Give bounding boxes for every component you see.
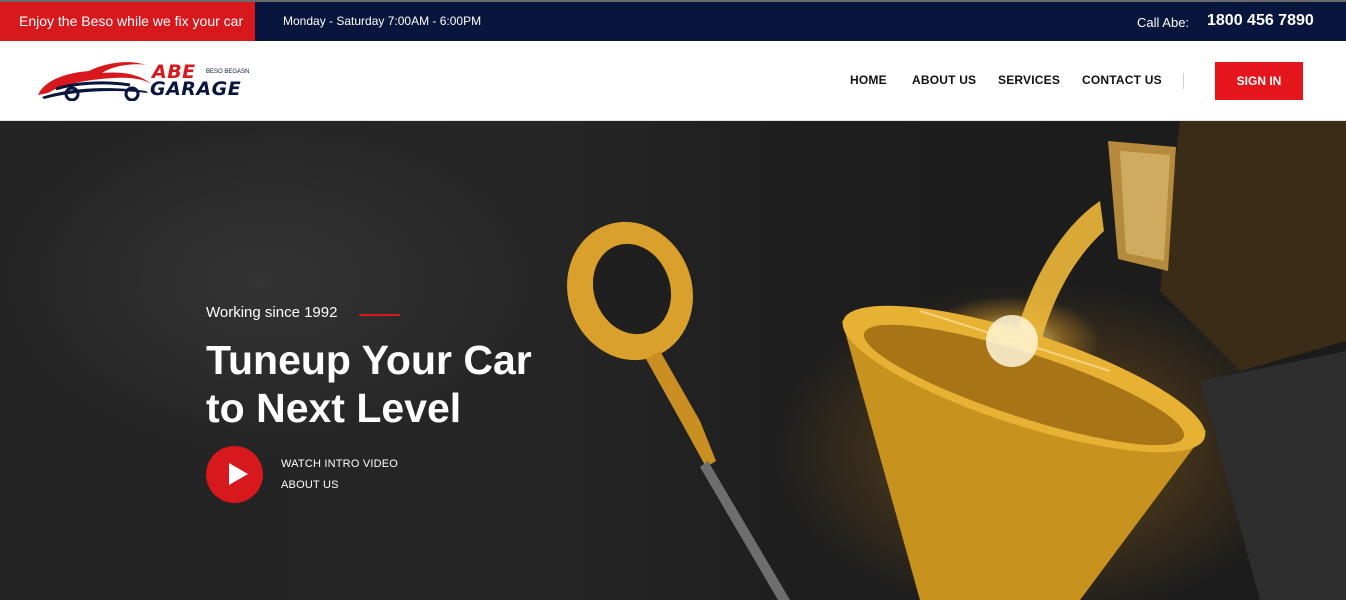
- promo-banner: Enjoy the Beso while we fix your car: [0, 2, 255, 41]
- hero-oil-change-image: [567, 121, 1346, 600]
- accent-line: [359, 314, 400, 316]
- sign-in-button[interactable]: SIGN IN: [1215, 62, 1303, 100]
- main-nav: HOME ABOUT US SERVICES CONTACT US SIGN I…: [0, 41, 1346, 121]
- call-label: Call Abe:: [1137, 15, 1190, 30]
- opening-hours: Monday - Saturday 7:00AM - 6:00PM: [283, 14, 482, 28]
- play-video-button[interactable]: [206, 446, 263, 503]
- nav-services[interactable]: SERVICES: [998, 41, 1060, 120]
- about-us-link[interactable]: ABOUT US: [281, 479, 339, 491]
- headline-line-1: Tuneup Your Car: [206, 337, 532, 383]
- nav-about-us[interactable]: ABOUT US: [912, 41, 976, 120]
- top-bar: Enjoy the Beso while we fix your car Mon…: [0, 0, 1346, 41]
- oil-bottle-illustration: [1108, 121, 1346, 371]
- nav-contact-us[interactable]: CONTACT US: [1082, 41, 1162, 120]
- hero-section: Working since 1992 Tuneup Your Car to Ne…: [0, 121, 1346, 600]
- hero-headline: Tuneup Your Car to Next Level: [206, 336, 586, 432]
- nav-home[interactable]: HOME: [850, 41, 887, 120]
- site-header: ABE BESO BEGASN GARAGE HOME ABOUT US SER…: [0, 41, 1346, 121]
- headline-line-2: to Next Level: [206, 385, 462, 431]
- phone-number[interactable]: 1800 456 7890: [1207, 2, 1314, 41]
- nav-divider: [1183, 73, 1184, 89]
- working-since-text: Working since 1992: [206, 304, 338, 321]
- watch-intro-video-link[interactable]: WATCH INTRO VIDEO: [281, 458, 398, 470]
